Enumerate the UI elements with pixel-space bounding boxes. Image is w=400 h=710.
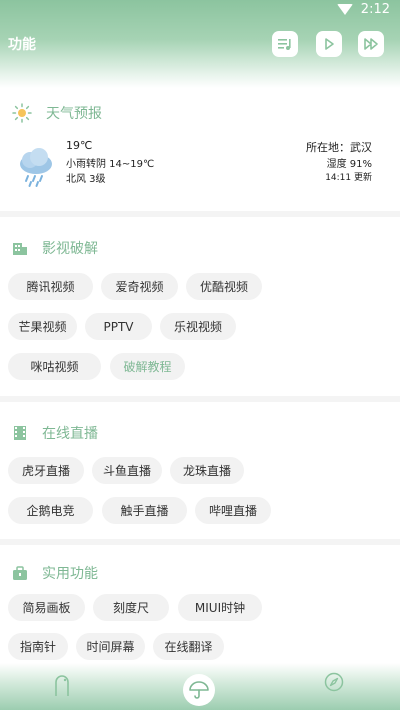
- live-section-title: 在线直播: [42, 426, 98, 442]
- playlist-button[interactable]: [272, 31, 298, 57]
- chip-letv-video[interactable]: 乐视视频: [160, 313, 236, 340]
- chip-chushou-live[interactable]: 触手直播: [102, 497, 187, 524]
- chip-mango-video[interactable]: 芒果视频: [8, 313, 77, 340]
- sun-icon: [12, 103, 32, 123]
- wifi-icon: [336, 3, 353, 15]
- video-header: 影视破解: [12, 238, 98, 258]
- nav-item-first[interactable]: [52, 672, 72, 698]
- section-divider: [0, 396, 400, 402]
- nav-item-functions[interactable]: [183, 674, 215, 706]
- chip-penguin-esports[interactable]: 企鹅电竞: [8, 497, 93, 524]
- playlist-icon: [278, 39, 291, 50]
- chip-miui-clock[interactable]: MIUI时钟: [178, 594, 262, 621]
- chip-longzhu-live[interactable]: 龙珠直播: [170, 457, 244, 484]
- status-time: 2:12: [360, 1, 390, 17]
- nav-item-discover[interactable]: [324, 672, 344, 692]
- chip-bilibili-live[interactable]: 哔哩直播: [195, 497, 271, 524]
- weather-updated: 14:11 更新: [325, 173, 372, 183]
- utility-header: 实用功能: [12, 563, 98, 583]
- weather-temperature: 19℃: [66, 139, 93, 152]
- building-icon: [13, 243, 27, 255]
- weather-wind: 北风 3级: [66, 174, 106, 185]
- utility-section-title: 实用功能: [42, 566, 98, 582]
- weather-location: 所在地：武汉: [306, 141, 372, 154]
- chip-migu-video[interactable]: 咪咕视频: [8, 353, 101, 380]
- chip-huya-live[interactable]: 虎牙直播: [8, 457, 84, 484]
- weather-header: 天气预报: [12, 103, 102, 123]
- chip-online-translate[interactable]: 在线翻译: [153, 633, 224, 660]
- chip-simple-drawing-board[interactable]: 简易画板: [8, 594, 85, 621]
- briefcase-icon: [13, 566, 27, 580]
- chip-youku-video[interactable]: 优酷视频: [186, 273, 262, 300]
- chip-ruler[interactable]: 刻度尺: [93, 594, 169, 621]
- play-button[interactable]: [316, 31, 342, 57]
- chip-tencent-video[interactable]: 腾讯视频: [8, 273, 93, 300]
- umbrella-icon: [189, 681, 209, 699]
- capsule-icon: [55, 675, 69, 696]
- status-bar: 2:12: [336, 0, 390, 18]
- compass-icon: [324, 672, 344, 692]
- section-divider: [0, 211, 400, 217]
- fast-forward-button[interactable]: [358, 31, 384, 57]
- chip-pptv[interactable]: PPTV: [85, 313, 152, 340]
- rain-cloud-icon: [16, 146, 56, 192]
- chip-douyu-live[interactable]: 斗鱼直播: [92, 457, 162, 484]
- live-header: 在线直播: [12, 423, 98, 443]
- weather-description: 小雨转阴 14~19℃: [66, 159, 155, 170]
- weather-humidity: 湿度 91%: [326, 159, 372, 170]
- chip-crack-tutorial[interactable]: 破解教程: [110, 353, 185, 380]
- chip-time-screen[interactable]: 时间屏幕: [76, 633, 145, 660]
- fast-forward-icon: [364, 38, 378, 50]
- chip-compass[interactable]: 指南针: [8, 633, 68, 660]
- weather-section-title: 天气预报: [46, 106, 102, 122]
- page-title: 功能: [8, 37, 36, 53]
- chip-iqiyi-video[interactable]: 爱奇视频: [101, 273, 178, 300]
- play-icon: [325, 38, 334, 50]
- film-icon: [14, 426, 26, 440]
- video-section-title: 影视破解: [42, 241, 98, 257]
- section-divider: [0, 539, 400, 545]
